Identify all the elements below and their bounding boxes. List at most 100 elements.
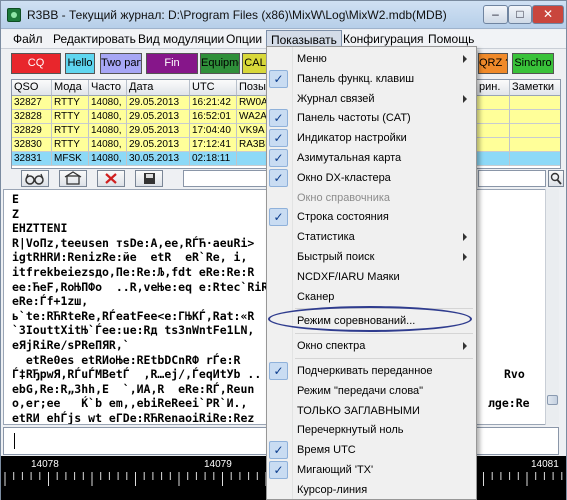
show-menu-item[interactable]: Быстрый поиск (267, 247, 476, 267)
maximize-button[interactable]: □ (508, 5, 532, 24)
grid-cell[interactable]: RTTY (52, 96, 89, 110)
show-menu-item[interactable]: Сканер (267, 287, 476, 307)
submenu-arrow-icon (463, 342, 467, 351)
show-menu-item[interactable]: Окно спектра (267, 336, 476, 356)
show-menu-item[interactable]: Журнал связей (267, 89, 476, 109)
check-icon: ✓ (269, 109, 288, 128)
grid-cell[interactable]: 14080, (89, 96, 127, 110)
grid-cell[interactable]: 32831 (12, 152, 52, 166)
column-header-notes[interactable]: Заметки (510, 80, 560, 96)
grid-cell[interactable] (477, 152, 510, 166)
grid-cell[interactable]: 32829 (12, 124, 52, 138)
column-header-date[interactable]: Дата (127, 80, 190, 96)
grid-cell[interactable]: RTTY (52, 124, 89, 138)
close-button[interactable]: ✕ (532, 5, 564, 24)
show-menu-item[interactable]: ✓ Строка состояния (267, 207, 476, 227)
column-header-qso[interactable]: QSO (12, 80, 52, 96)
terminal-line-tail: лge:Re (488, 396, 530, 411)
show-menu-dropdown: Меню ✓ Панель функц. клавиш Журнал связей ✓ П… (266, 46, 477, 500)
show-menu-item[interactable]: ✓ Окно DX-кластера (267, 168, 476, 188)
glasses-button[interactable] (21, 170, 49, 187)
grid-cell[interactable] (477, 138, 510, 152)
search-field[interactable] (478, 170, 546, 187)
grid-cell[interactable]: 32830 (12, 138, 52, 152)
grid-cell[interactable]: 32828 (12, 110, 52, 124)
macro-fin-button[interactable]: Fin (146, 53, 198, 74)
show-menu-item[interactable]: ✓ Подчеркивать переданное (267, 361, 476, 381)
grid-cell[interactable]: 30.05.2013 (127, 152, 190, 166)
terminal-line: igtRHRИ:RenizRe:йe etR eR`Re, i, (12, 250, 248, 265)
grid-cell[interactable]: 14080, (89, 138, 127, 152)
grid-cell[interactable] (510, 152, 560, 166)
macro-hello-button[interactable]: Hello (65, 53, 95, 74)
macro-cal-button[interactable]: CAL (242, 53, 268, 74)
show-menu-item[interactable]: ✓ Индикатор настройки (267, 128, 476, 148)
grid-cell[interactable]: 29.05.2013 (127, 110, 190, 124)
search-icon (550, 172, 562, 185)
show-menu-item[interactable]: ТОЛЬКО ЗАГЛАВНЫМИ (267, 401, 476, 421)
macro-equipment-button[interactable]: Equipment (200, 53, 240, 74)
show-menu-item: Окно справочника (267, 188, 476, 208)
grid-cell[interactable] (510, 110, 560, 124)
grid-cell[interactable] (477, 124, 510, 138)
menu-file[interactable]: Файл (13, 32, 43, 46)
show-menu-item[interactable]: Меню (267, 49, 476, 69)
grid-cell[interactable]: 17:04:40 (190, 124, 237, 138)
terminal-scrollbar[interactable] (545, 189, 559, 425)
macro-sinchro-button[interactable]: Sinchro (512, 53, 554, 74)
macro-two-part-button[interactable]: Two part (100, 53, 142, 74)
clear-screen-button[interactable] (59, 170, 87, 187)
grid-cell[interactable]: 02:18:11 (190, 152, 237, 166)
grid-cell[interactable] (477, 110, 510, 124)
grid-cell[interactable]: 29.05.2013 (127, 138, 190, 152)
terminal-line: ee:ЋeF,RoЊПФо ..R,veЊe:eq e:Rtec`RiR (12, 279, 269, 294)
show-menu-item[interactable]: ✓ Время UTC (267, 440, 476, 460)
grid-cell[interactable]: 17:12:41 (190, 138, 237, 152)
show-menu-item-label: Окно спектра (297, 340, 366, 353)
menu-options[interactable]: Опции (226, 32, 262, 46)
menu-configuration[interactable]: Конфигурация (343, 32, 424, 46)
scroll-thumb[interactable] (547, 395, 558, 405)
show-menu-item[interactable]: ✓ Мигающий 'TX' (267, 460, 476, 480)
grid-cell[interactable]: 16:52:01 (190, 110, 237, 124)
show-menu-item[interactable]: ✓ Азимутальная карта (267, 148, 476, 168)
minimize-button[interactable]: – (483, 5, 508, 24)
grid-cell[interactable]: 14080, (89, 124, 127, 138)
grid-cell[interactable]: 29.05.2013 (127, 96, 190, 110)
show-menu-item[interactable]: NCDXF/IARU Маяки (267, 267, 476, 287)
column-header-utc[interactable]: UTC (190, 80, 237, 96)
grid-cell[interactable]: 14080, (89, 152, 127, 166)
grid-cell[interactable] (510, 96, 560, 110)
grid-cell[interactable] (510, 124, 560, 138)
title-bar[interactable]: R3BB - Текущий журнал: D:\Program Files … (1, 1, 566, 29)
macro-cq-button[interactable]: CQ (11, 53, 61, 74)
grid-cell[interactable] (510, 138, 560, 152)
grid-cell[interactable]: RTTY (52, 110, 89, 124)
column-header-mode[interactable]: Мода (52, 80, 89, 96)
text-caret (14, 433, 15, 449)
cancel-button[interactable] (97, 170, 125, 187)
grid-cell[interactable]: 32827 (12, 96, 52, 110)
menu-help[interactable]: Помощь (428, 32, 474, 46)
show-menu-item[interactable]: ✓ Панель частоты (CAT) (267, 108, 476, 128)
search-button[interactable] (548, 170, 564, 187)
callsign-input[interactable] (183, 170, 269, 187)
terminal-line: eRe:Ѓf+1zш, (12, 294, 89, 309)
grid-cell[interactable]: MFSK (52, 152, 89, 166)
column-header-rcvd[interactable]: рин. (477, 80, 510, 96)
macro-qrz-button[interactable]: QRZ ? (478, 53, 508, 74)
column-header-freq[interactable]: Часто (89, 80, 127, 96)
grid-cell[interactable] (477, 96, 510, 110)
show-menu-item[interactable]: Статистика (267, 227, 476, 247)
save-button[interactable] (135, 170, 163, 187)
grid-cell[interactable]: 16:21:42 (190, 96, 237, 110)
grid-cell[interactable]: RTTY (52, 138, 89, 152)
grid-cell[interactable]: 29.05.2013 (127, 124, 190, 138)
show-menu-item[interactable]: ✓ Панель функц. клавиш (267, 69, 476, 89)
menu-edit[interactable]: Редактировать (53, 32, 136, 46)
grid-cell[interactable]: 14080, (89, 110, 127, 124)
show-menu-item[interactable]: Режим "передачи слова" (267, 381, 476, 401)
show-menu-item[interactable]: Перечеркнутый ноль (267, 420, 476, 440)
menu-modulation[interactable]: Вид модуляции (138, 32, 224, 46)
show-menu-item[interactable]: Курсор-линия (267, 480, 476, 500)
